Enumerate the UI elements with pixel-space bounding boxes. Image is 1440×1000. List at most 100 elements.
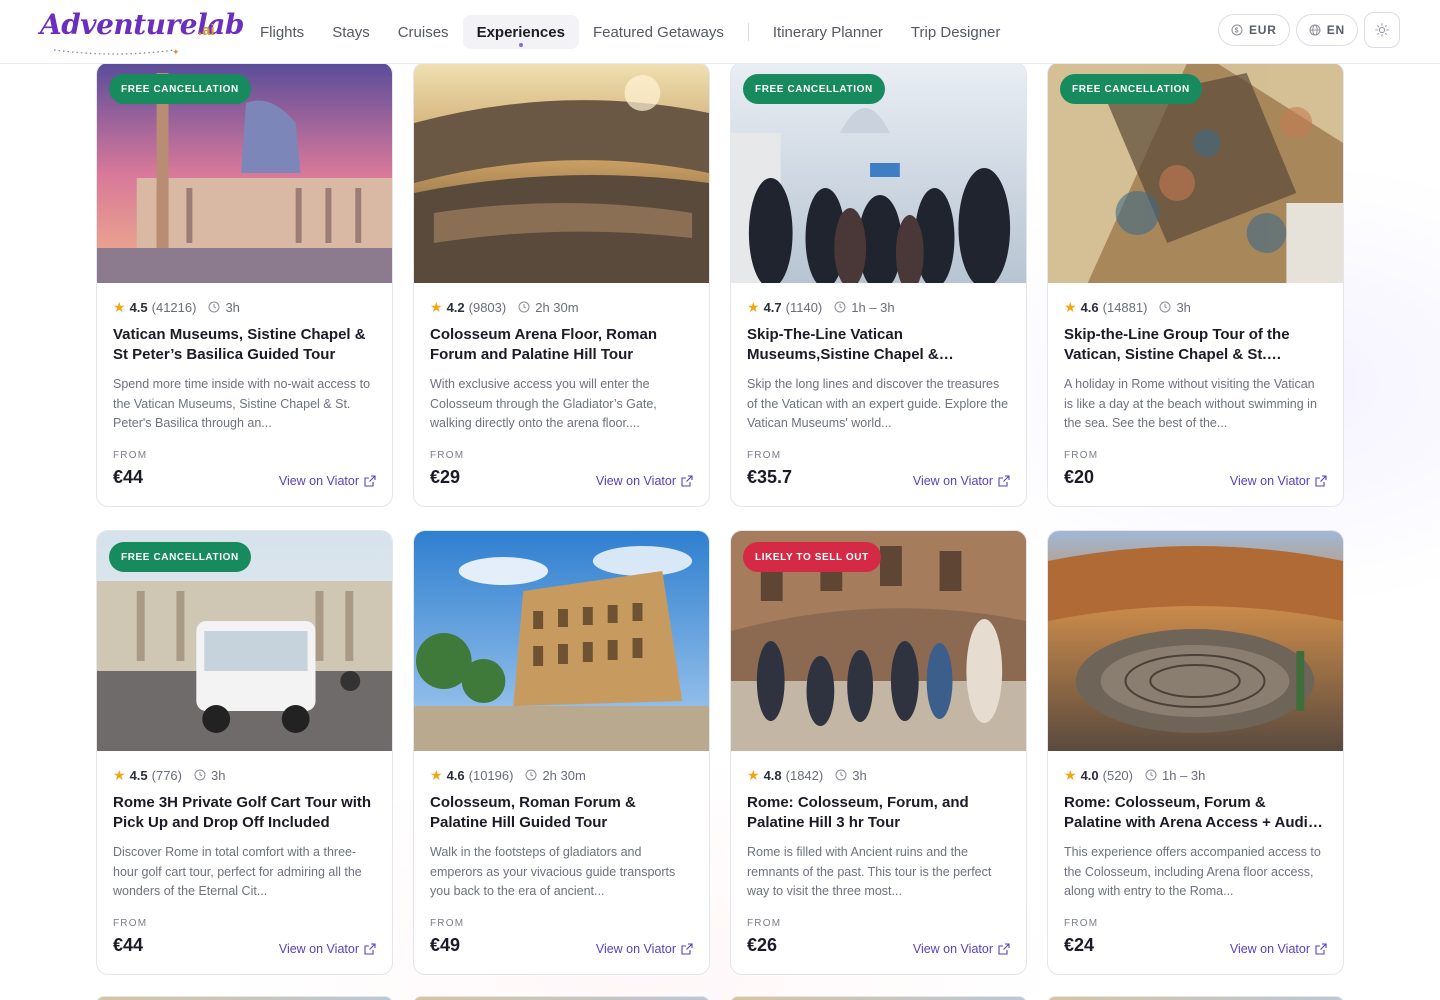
- currency-selector[interactable]: $ EUR: [1217, 14, 1290, 46]
- review-count: (776): [151, 767, 182, 783]
- view-on-viator-link[interactable]: View on Viator: [1230, 942, 1327, 956]
- nav-featured-getaways[interactable]: Featured Getaways: [579, 15, 738, 49]
- review-count: (1842): [785, 767, 824, 783]
- card-title[interactable]: Rome: Colosseum, Forum & Palatine with A…: [1064, 793, 1327, 833]
- card-meta: ★ 4.5 (776) 3h: [113, 767, 376, 783]
- from-label: FROM: [747, 450, 782, 461]
- clock-icon: [834, 301, 846, 313]
- card-title[interactable]: Vatican Museums, Sistine Chapel & St Pet…: [113, 325, 376, 365]
- card-title[interactable]: Skip-the-Line Group Tour of the Vatican,…: [1064, 325, 1327, 365]
- price: €35.7: [747, 467, 793, 487]
- duration: 1h – 3h: [1162, 767, 1206, 783]
- price: €26: [747, 935, 778, 955]
- rating-value: 4.2: [446, 299, 465, 315]
- next-card-peek: [1047, 996, 1344, 1000]
- experience-card[interactable]: ★ 4.6 (10196) 2h 30m Colosseum, Roman Fo…: [413, 530, 710, 975]
- likely-to-sell-out-badge: LIKELY TO SELL OUT: [743, 542, 881, 572]
- external-link-icon: [681, 943, 693, 955]
- card-photo-colosseum-exterior[interactable]: [414, 531, 709, 751]
- nav-stays[interactable]: Stays: [318, 15, 384, 49]
- card-photo-sistine-ceiling[interactable]: FREE CANCELLATION: [1048, 63, 1343, 283]
- card-meta: ★ 4.0 (520) 1h – 3h: [1064, 767, 1327, 783]
- view-on-viator-link[interactable]: View on Viator: [913, 474, 1010, 488]
- clock-icon: [1145, 769, 1157, 781]
- duration: 3h: [1176, 299, 1191, 315]
- card-title[interactable]: Rome: Colosseum, Forum, and Palatine Hil…: [747, 793, 1010, 833]
- experience-card[interactable]: FREE CANCELLATION ★ 4.6 (14881) 3h Skip-…: [1047, 62, 1344, 507]
- star-icon: ★: [113, 766, 126, 783]
- view-on-viator-label: View on Viator: [1229, 474, 1310, 488]
- view-on-viator-label: View on Viator: [595, 474, 676, 488]
- card-photo-st-peters[interactable]: FREE CANCELLATION: [97, 63, 392, 283]
- price: €49: [430, 935, 461, 955]
- experience-card[interactable]: LIKELY TO SELL OUT ★ 4.8 (1842) 3h Rome:…: [730, 530, 1027, 975]
- view-on-viator-link[interactable]: View on Viator: [596, 474, 693, 488]
- card-description: With exclusive access you will enter the…: [430, 377, 657, 430]
- card-title[interactable]: Skip-The-Line Vatican Museums,Sistine Ch…: [747, 325, 1010, 365]
- card-photo-golf-cart[interactable]: FREE CANCELLATION: [97, 531, 392, 751]
- view-on-viator-label: View on Viator: [278, 942, 359, 956]
- nav-trip-designer[interactable]: Trip Designer: [897, 15, 1014, 49]
- rating-value: 4.7: [763, 299, 782, 315]
- main-nav: Flights Stays Cruises Experiences Featur…: [246, 14, 1014, 50]
- experience-card[interactable]: FREE CANCELLATION ★ 4.7 (1140) 1h – 3h S…: [730, 62, 1027, 507]
- card-photo-colosseum-group[interactable]: LIKELY TO SELL OUT: [731, 531, 1026, 751]
- card-description: A holiday in Rome without visiting the V…: [1064, 377, 1317, 430]
- experience-card[interactable]: FREE CANCELLATION ★ 4.5 (776) 3h Rome 3H…: [96, 530, 393, 975]
- theme-toggle-button[interactable]: [1364, 12, 1400, 48]
- duration: 3h: [225, 299, 240, 315]
- next-card-peek: [413, 996, 710, 1000]
- free-cancellation-badge: FREE CANCELLATION: [109, 542, 251, 572]
- view-on-viator-link[interactable]: View on Viator: [913, 942, 1010, 956]
- card-photo-vatican-queue[interactable]: FREE CANCELLATION: [731, 63, 1026, 283]
- from-label: FROM: [1064, 918, 1099, 929]
- svg-text:$: $: [1235, 28, 1240, 35]
- star-icon: ★: [430, 298, 443, 315]
- price: €24: [1064, 935, 1095, 955]
- from-label: FROM: [430, 918, 465, 929]
- clock-icon: [835, 769, 847, 781]
- card-meta: ★ 4.6 (10196) 2h 30m: [430, 767, 693, 783]
- nav-experiences[interactable]: Experiences: [462, 15, 579, 49]
- card-photo-colosseum-arena[interactable]: [414, 63, 709, 283]
- svg-text:✦: ✦: [172, 47, 180, 56]
- star-icon: ★: [747, 298, 760, 315]
- external-link-icon: [681, 475, 693, 487]
- card-meta: ★ 4.5 (41216) 3h: [113, 299, 376, 315]
- view-on-viator-link[interactable]: View on Viator: [1230, 474, 1327, 488]
- nav-flights[interactable]: Flights: [246, 15, 318, 49]
- star-icon: ★: [1064, 298, 1077, 315]
- from-label: FROM: [430, 450, 465, 461]
- experience-card[interactable]: ★ 4.0 (520) 1h – 3h Rome: Colosseum, For…: [1047, 530, 1344, 975]
- card-title[interactable]: Colosseum Arena Floor, Roman Forum and P…: [430, 325, 693, 365]
- experience-card[interactable]: ★ 4.2 (9803) 2h 30m Colosseum Arena Floo…: [413, 62, 710, 507]
- duration: 1h – 3h: [851, 299, 895, 315]
- review-count: (520): [1102, 767, 1133, 783]
- view-on-viator-label: View on Viator: [1229, 942, 1310, 956]
- card-description: Rome is filled with Ancient ruins and th…: [747, 845, 992, 898]
- duration: 2h 30m: [542, 767, 586, 783]
- card-title[interactable]: Rome 3H Private Golf Cart Tour with Pick…: [113, 793, 376, 833]
- view-on-viator-link[interactable]: View on Viator: [279, 942, 376, 956]
- external-link-icon: [364, 475, 376, 487]
- language-label: EN: [1326, 23, 1345, 37]
- brand-logo[interactable]: Adventurelab .ai ✦: [38, 8, 244, 58]
- duration: 3h: [211, 767, 226, 783]
- view-on-viator-link[interactable]: View on Viator: [279, 474, 376, 488]
- from-label: FROM: [1064, 450, 1099, 461]
- review-count: (9803): [468, 299, 507, 315]
- price: €29: [430, 467, 461, 487]
- external-link-icon: [998, 475, 1010, 487]
- rating-value: 4.5: [129, 767, 148, 783]
- card-title[interactable]: Colosseum, Roman Forum & Palatine Hill G…: [430, 793, 693, 833]
- price: €20: [1064, 467, 1095, 487]
- language-selector[interactable]: EN: [1295, 14, 1358, 46]
- nav-itinerary-planner[interactable]: Itinerary Planner: [759, 15, 897, 49]
- free-cancellation-badge: FREE CANCELLATION: [1060, 74, 1202, 104]
- nav-cruises[interactable]: Cruises: [384, 15, 463, 49]
- card-photo-colosseum-interior[interactable]: [1048, 531, 1343, 751]
- clock-icon: [208, 301, 220, 313]
- view-on-viator-link[interactable]: View on Viator: [596, 942, 693, 956]
- experience-card[interactable]: FREE CANCELLATION ★ 4.5 (41216) 3h Vatic…: [96, 62, 393, 507]
- sun-icon: [1375, 23, 1389, 37]
